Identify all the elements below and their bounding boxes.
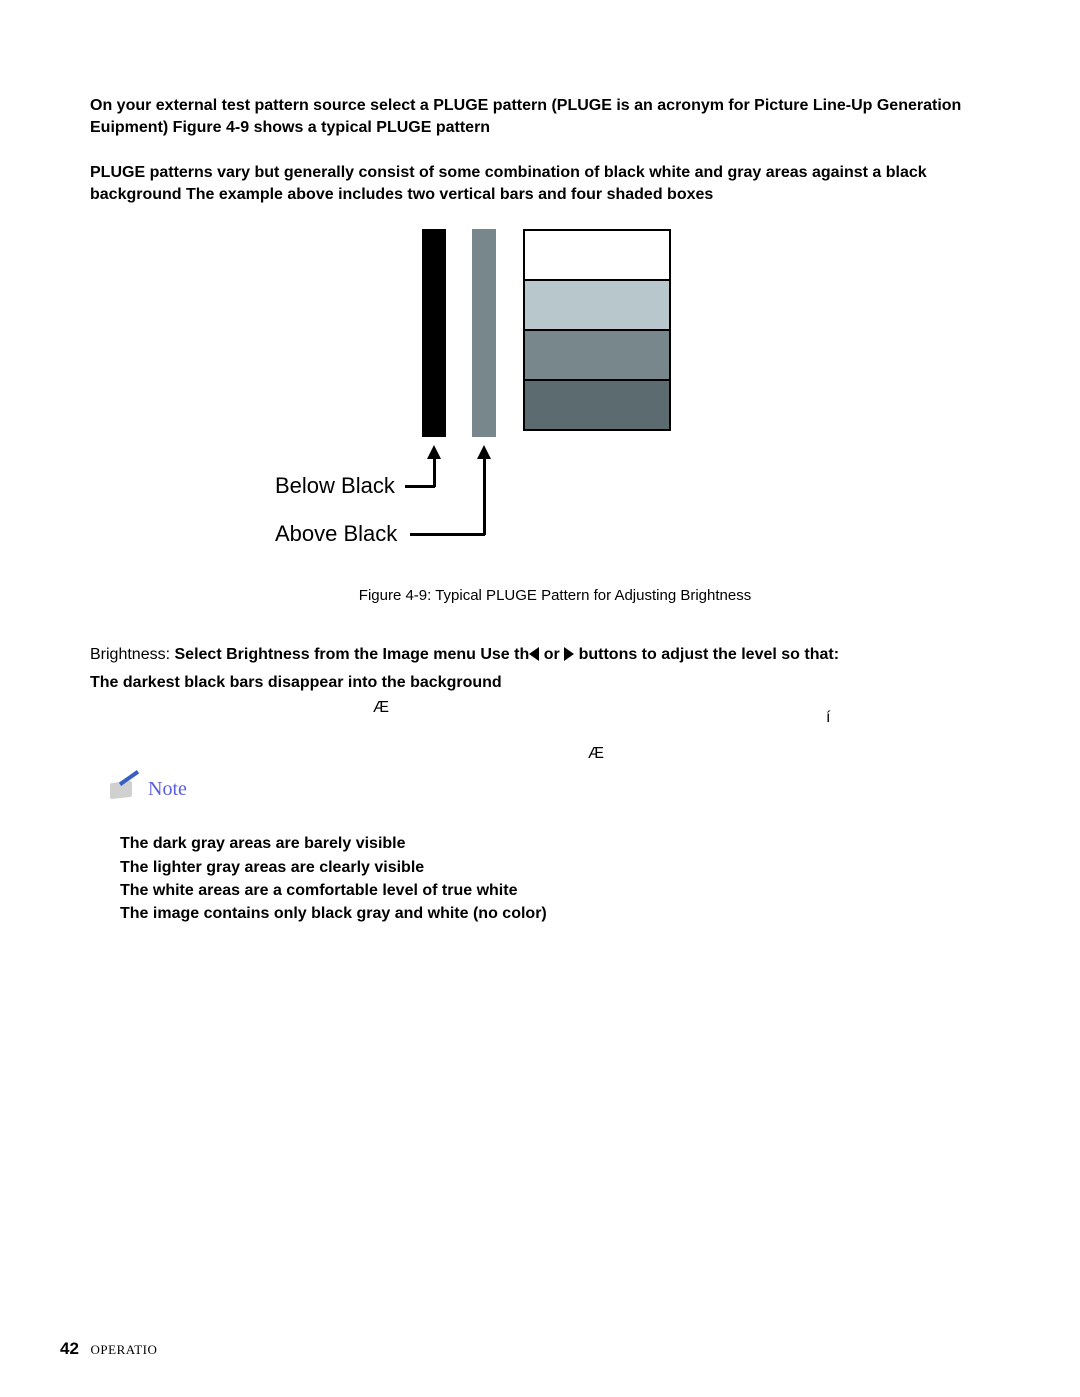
note-icon (110, 776, 138, 802)
paragraph-2: PLUGE patterns vary but generally consis… (90, 162, 1020, 207)
arrow-connector-above (410, 533, 485, 536)
brightness-text-2: buttons to adjust the level so that: (574, 646, 839, 663)
bullet-1: The dark gray areas are barely visible (120, 832, 1020, 855)
box-darkgray (525, 381, 669, 431)
brightness-lead: Brightness: (90, 646, 170, 663)
black-bar (422, 229, 446, 437)
label-above-black: Above Black (275, 521, 397, 547)
triangle-left-icon (529, 647, 539, 661)
label-below-black: Below Black (275, 473, 395, 499)
stray-char-3: Æ (588, 745, 604, 763)
stray-char-2: í (826, 709, 830, 727)
pluge-figure: Below Black Above Black (205, 229, 905, 569)
brightness-text-1: Select Brightness from the Image menu Us… (175, 646, 530, 663)
shade-boxes (523, 229, 671, 431)
arrow-shaft-above (483, 457, 486, 535)
page-number: 42 (60, 1339, 79, 1358)
arrow-connector-below (405, 485, 435, 488)
section-name: OPERATIO (91, 1342, 158, 1357)
page-footer: 42 OPERATIO (60, 1339, 157, 1359)
arrow-shaft-below (433, 457, 436, 487)
figure-caption: Figure 4-9: Typical PLUGE Pattern for Ad… (90, 587, 1020, 604)
box-lightgray (525, 281, 669, 331)
brightness-or: or (539, 646, 564, 663)
bullet-2: The lighter gray areas are clearly visib… (120, 856, 1020, 879)
note-block: Note (110, 776, 1020, 802)
triangle-right-icon (564, 647, 574, 661)
gray-bar (472, 229, 496, 437)
bullet-4: The image contains only black gray and w… (120, 902, 1020, 925)
box-white (525, 231, 669, 281)
note-label: Note (148, 778, 187, 801)
stray-char-1: Æ (373, 699, 389, 717)
box-gray (525, 331, 669, 381)
paragraph-1: On your external test pattern source sel… (90, 95, 1020, 140)
bullet-3: The white areas are a comfortable level … (120, 879, 1020, 902)
brightness-instruction: Brightness: Select Brightness from the I… (90, 644, 1020, 666)
brightness-line-2: The darkest black bars disappear into th… (90, 672, 1020, 694)
